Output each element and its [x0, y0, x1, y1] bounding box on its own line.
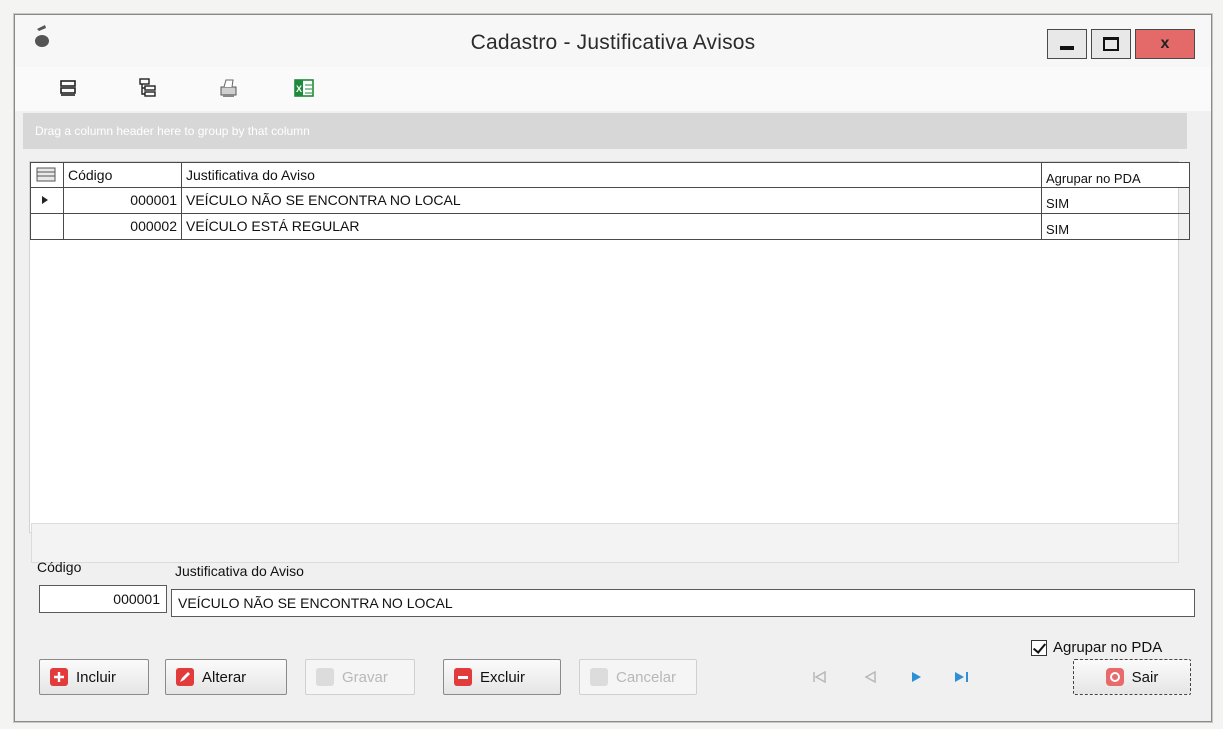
column-chooser-icon — [36, 167, 56, 182]
incluir-label: Incluir — [76, 668, 117, 686]
tree-view-icon[interactable] — [137, 77, 159, 99]
add-icon — [50, 668, 68, 686]
maximize-icon — [1103, 37, 1119, 51]
sair-label: Sair — [1131, 668, 1159, 686]
print-icon[interactable] — [217, 77, 239, 99]
cell-agrupar[interactable]: SIM — [1042, 188, 1190, 214]
cell-agrupar[interactable]: SIM — [1042, 214, 1190, 240]
excel-export-icon[interactable]: X — [293, 77, 315, 99]
cell-justificativa[interactable]: VEÍCULO NÃO SE ENCONTRA NO LOCAL — [182, 188, 1042, 214]
cancelar-label: Cancelar — [616, 668, 677, 686]
next-record-icon[interactable] — [907, 669, 927, 685]
table-row[interactable]: 000002 VEÍCULO ESTÁ REGULAR SIM — [30, 214, 1190, 240]
column-header-codigo[interactable]: Código — [64, 162, 182, 188]
cell-codigo[interactable]: 000001 — [64, 188, 182, 214]
cancel-icon — [590, 668, 608, 686]
incluir-button[interactable]: Incluir — [39, 659, 149, 695]
column-header-agrupar-label: Agrupar no PDA — [1046, 171, 1141, 186]
last-record-icon[interactable] — [951, 669, 973, 685]
save-icon — [316, 668, 334, 686]
excluir-label: Excluir — [480, 668, 526, 686]
cell-codigo[interactable]: 000002 — [64, 214, 182, 240]
delete-icon — [454, 668, 472, 686]
codigo-field[interactable]: 000001 — [39, 585, 167, 613]
grid-header-row: Código Justificativa do Aviso Agrupar no… — [30, 162, 1190, 188]
column-header-justificativa[interactable]: Justificativa do Aviso — [182, 162, 1042, 188]
grid-footer-bar — [31, 523, 1179, 563]
current-row-arrow-icon — [42, 196, 48, 204]
justificativa-field[interactable]: VEÍCULO NÃO SE ENCONTRA NO LOCAL — [171, 589, 1195, 617]
sair-button[interactable]: Sair — [1073, 659, 1191, 695]
cell-agrupar-value: SIM — [1046, 196, 1070, 211]
column-header-agrupar[interactable]: Agrupar no PDA — [1042, 162, 1190, 188]
gravar-button[interactable]: Gravar — [305, 659, 415, 695]
previous-record-icon[interactable] — [861, 669, 881, 685]
window-title: Cadastro - Justificativa Avisos — [470, 31, 756, 54]
alterar-button[interactable]: Alterar — [165, 659, 287, 695]
codigo-label: Código — [37, 559, 82, 575]
agrupar-checkbox-wrapper[interactable]: Agrupar no PDA — [1031, 639, 1162, 656]
first-record-icon[interactable] — [811, 669, 831, 685]
group-by-panel[interactable]: Drag a column header here to group by th… — [23, 113, 1187, 149]
expand-all-icon[interactable] — [57, 77, 79, 99]
exit-icon — [1105, 668, 1124, 686]
title-bar: Cadastro - Justificativa Avisos x — [15, 15, 1211, 67]
agrupar-checkbox[interactable] — [1031, 639, 1047, 656]
minimize-button[interactable] — [1047, 29, 1087, 59]
cancelar-button[interactable]: Cancelar — [579, 659, 697, 695]
table-row[interactable]: 000001 VEÍCULO NÃO SE ENCONTRA NO LOCAL … — [30, 188, 1190, 214]
agrupar-checkbox-label: Agrupar no PDA — [1053, 639, 1163, 656]
edit-icon — [176, 668, 194, 686]
excluir-button[interactable]: Excluir — [443, 659, 561, 695]
minimize-icon — [1060, 46, 1074, 50]
column-chooser-button[interactable] — [30, 162, 64, 188]
cell-agrupar-value: SIM — [1046, 222, 1070, 237]
cell-justificativa[interactable]: VEÍCULO ESTÁ REGULAR — [182, 214, 1042, 240]
close-button[interactable]: x — [1135, 29, 1195, 59]
alterar-label: Alterar — [202, 668, 247, 686]
row-indicator — [30, 188, 64, 214]
justificativa-label: Justificativa do Aviso — [175, 563, 304, 579]
main-window: Cadastro - Justificativa Avisos x X Drag… — [14, 14, 1212, 722]
toolbar: X — [15, 67, 1211, 111]
maximize-button[interactable] — [1091, 29, 1131, 59]
gravar-label: Gravar — [342, 668, 388, 686]
data-grid[interactable]: Código Justificativa do Aviso Agrupar no… — [29, 161, 1190, 533]
svg-text:X: X — [296, 84, 302, 94]
row-indicator — [30, 214, 64, 240]
